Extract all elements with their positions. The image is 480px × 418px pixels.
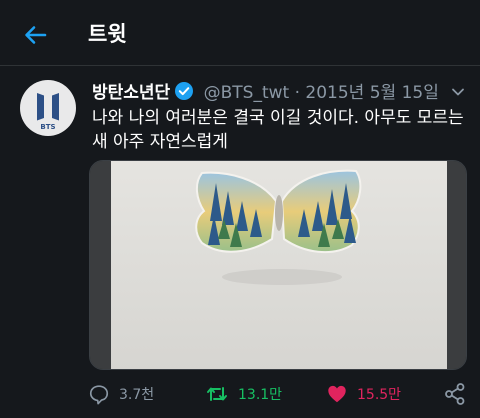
like-button[interactable]: 15.5만 — [326, 382, 401, 406]
reply-button[interactable]: 3.7천 — [88, 382, 154, 406]
top-bar: 트윗 — [0, 0, 480, 66]
verified-badge-icon — [174, 81, 194, 106]
back-arrow-icon — [25, 26, 47, 44]
like-icon — [328, 385, 346, 403]
like-count: 15.5만 — [357, 387, 402, 403]
more-options-button[interactable] — [450, 84, 466, 100]
tweet-actions: 3.7천 13.1만 15.5만 — [0, 374, 480, 414]
bts-logo: BTS — [37, 93, 59, 131]
tweet-media[interactable] — [89, 160, 467, 370]
retweet-button[interactable]: 13.1만 — [205, 382, 282, 406]
tweet-text: 나와 나의 여러분은 결국 이길 것이다. 아무도 모르는 새 아주 자연스럽게 — [92, 108, 464, 152]
page-title: 트윗 — [88, 22, 127, 46]
retweet-icon — [207, 387, 227, 401]
share-button[interactable] — [444, 382, 466, 410]
tweet-date[interactable]: 2015년 5월 15일 — [305, 83, 438, 103]
separator-dot: · — [294, 83, 300, 103]
display-name[interactable]: 방탄소년단 — [92, 83, 170, 103]
reply-count: 3.7천 — [119, 387, 155, 403]
author-handle[interactable]: @BTS_twt — [204, 83, 290, 103]
share-icon — [445, 383, 465, 405]
back-button[interactable] — [20, 20, 50, 50]
reply-icon — [89, 385, 109, 405]
svg-text:BTS: BTS — [40, 123, 55, 131]
retweet-count: 13.1만 — [238, 387, 283, 403]
chevron-down-icon — [452, 88, 464, 96]
butterfly-artwork-image — [90, 161, 466, 369]
author-line: 방탄소년단 @BTS_twt · 2015년 5월 15일 — [92, 78, 439, 103]
avatar[interactable]: BTS — [20, 80, 76, 136]
